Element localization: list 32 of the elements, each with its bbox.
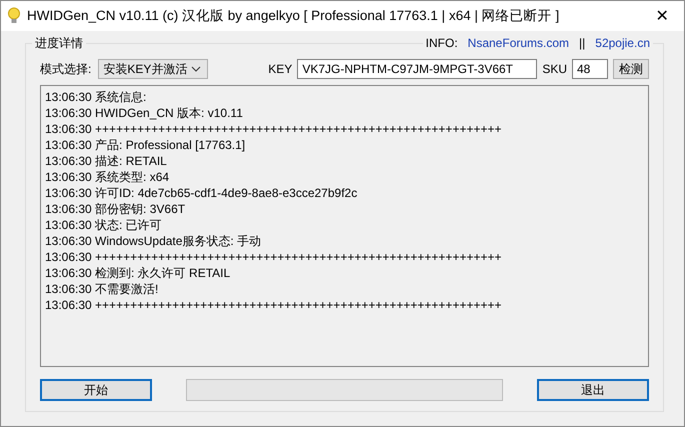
link-separator: || [579, 35, 586, 51]
log-line: 13:06:30 产品: Professional [17763.1] [45, 137, 246, 153]
log-line: 13:06:30 系统类型: x64 [45, 169, 170, 185]
log-line: 13:06:30 检测到: 永久许可 RETAIL [45, 265, 232, 281]
log-line: 13:06:30 状态: 已许可 [45, 217, 163, 233]
website-link[interactable]: 52pojie.cn [595, 35, 650, 51]
log-line: 13:06:30 ++++++++++++++++++++++++++++++++++++++++++++++++++++++++++ [45, 297, 502, 313]
chevron-down-icon [191, 66, 202, 72]
log-line: 13:06:30 系统信息: [45, 89, 148, 105]
lightbulb-icon [7, 7, 21, 25]
log-line: 13:06:30 许可ID: 4de7cb65-cdf1-4de9-8ae8-e3cce27b9f2c [45, 185, 358, 201]
log-line: 13:06:30 HWIDGen_CN 版本: v10.11 [45, 105, 244, 121]
mode-label: 模式选择: [40, 60, 92, 78]
check-button[interactable]: 检测 [613, 59, 649, 79]
exit-button[interactable]: 退出 [537, 379, 649, 401]
start-button[interactable]: 开始 [40, 379, 152, 401]
key-field[interactable]: VK7JG-NPHTM-C97JM-9MPGT-3V66T [297, 59, 538, 79]
log-line: 13:06:30 ++++++++++++++++++++++++++++++++++++++++++++++++++++++++++ [45, 249, 502, 265]
website-link[interactable]: NsaneForums.com [468, 35, 570, 51]
log-line: 13:06:30 描述: RETAIL [45, 153, 168, 169]
window-title: HWIDGen_CN v10.11 (c) 汉化版 by angelkyo [ Professional 17763.1 | x64 | 网络已断开 ] [27, 7, 560, 25]
mode-dropdown[interactable]: 安装KEY并激活 [98, 59, 208, 79]
log-line: 13:06:30 WindowsUpdate服务状态: 手动 [45, 233, 262, 249]
info-label: INFO: [426, 35, 458, 51]
sku-label: SKU [542, 62, 567, 76]
log-line: 13:06:30 不需要激活! [45, 281, 160, 297]
log-line: 13:06:30 部份密钥: 3V66T [45, 201, 186, 217]
key-label: KEY [268, 62, 292, 76]
log-line: 13:06:30 ++++++++++++++++++++++++++++++++++++++++++++++++++++++++++ [45, 121, 502, 137]
sku-field[interactable]: 48 [572, 59, 608, 79]
group-title: 进度详情 [32, 35, 86, 51]
close-button[interactable]: ✕ [640, 1, 684, 31]
